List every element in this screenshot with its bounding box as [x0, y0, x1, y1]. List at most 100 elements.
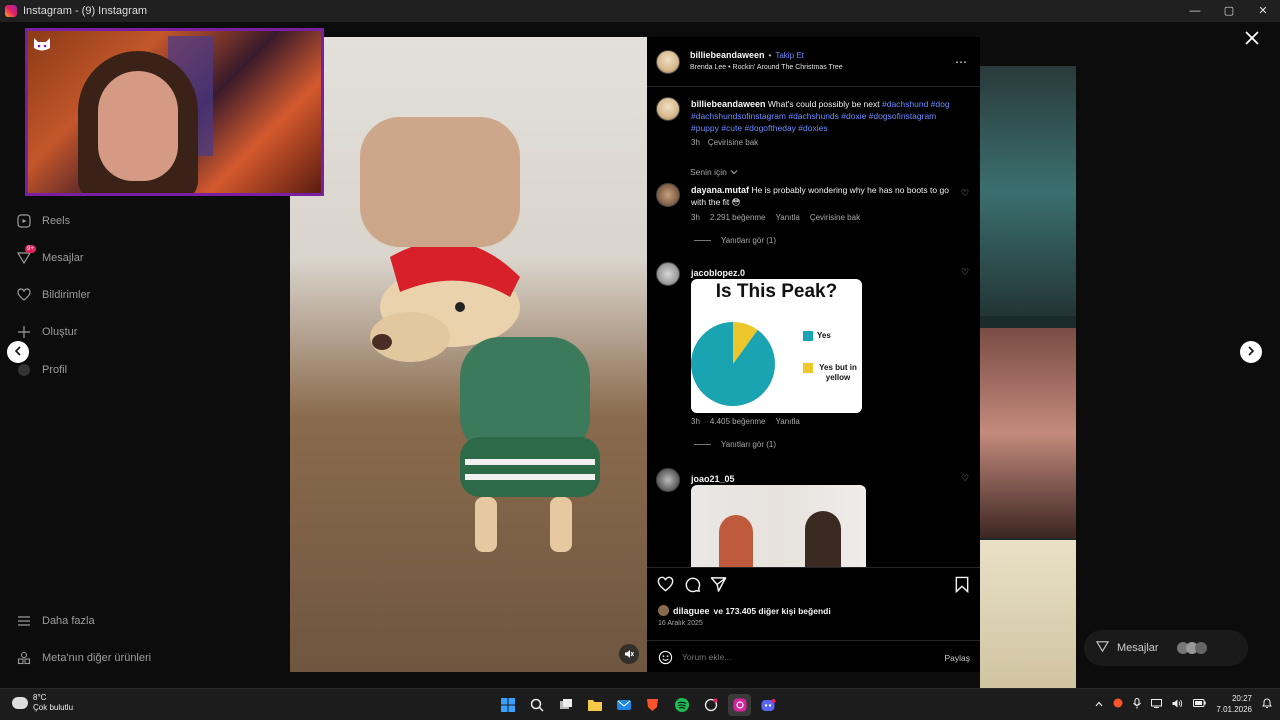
author-avatar[interactable] [656, 97, 680, 121]
post-header: billiebeandaween • Takip Et Brenda Lee •… [647, 37, 980, 87]
commenter-avatar[interactable] [656, 468, 680, 492]
mail-icon[interactable] [612, 694, 635, 716]
grid-icon [16, 650, 32, 666]
file-explorer-icon[interactable] [583, 694, 606, 716]
post-details-panel: billiebeandaween • Takip Et Brenda Lee •… [647, 37, 980, 672]
messages-pill[interactable]: Mesajlar [1084, 630, 1248, 666]
likes-summary[interactable]: dilaguee ve 173.405 diğer kişi beğendi [658, 605, 831, 616]
commenter-username[interactable]: joao21_05 [691, 474, 735, 484]
mute-button[interactable] [619, 644, 639, 664]
background-feed-strip [980, 66, 1076, 688]
sidebar-item-notifications[interactable]: Bildirimler [16, 287, 90, 303]
sidebar-item-label: Daha fazla [42, 615, 95, 627]
chevron-up-icon[interactable] [1095, 700, 1103, 709]
commenter-username[interactable]: dayana.mutaf [691, 185, 749, 195]
instagram-app-icon [5, 5, 17, 17]
comment-like-icon[interactable]: ♡ [960, 473, 970, 483]
clock-time: 20:27 [1231, 694, 1252, 703]
maximize-button[interactable]: ▢ [1212, 0, 1246, 22]
author-username[interactable]: billiebeandaween [690, 50, 765, 60]
spotify-icon[interactable] [670, 694, 693, 716]
task-view-icon[interactable] [554, 694, 577, 716]
instagram-taskbar-icon[interactable] [728, 694, 751, 716]
post-media[interactable] [290, 37, 647, 672]
avatar [1194, 642, 1207, 654]
music-track[interactable]: Brenda Lee • Rockin' Around The Christma… [690, 64, 843, 71]
more-options-icon[interactable]: ⋯ [955, 55, 968, 69]
reply-button[interactable]: Yanıtla [776, 213, 800, 222]
messages-pill-label: Mesajlar [1117, 642, 1159, 654]
previous-post-button[interactable] [7, 341, 29, 363]
translate-link[interactable]: Çevirisine bak [708, 138, 758, 147]
post-date: 16 Aralık 2025 [658, 620, 703, 627]
caption-time: 3h [691, 138, 700, 147]
sidebar-item-label: Oluştur [42, 326, 78, 338]
view-replies-label: Yanıtları gör (1) [721, 236, 776, 245]
sidebar-item-label: Mesajlar [42, 252, 84, 264]
comment-icon[interactable] [684, 576, 702, 594]
next-post-button[interactable] [1240, 341, 1262, 363]
comment-chart-image[interactable]: Is This Peak? Yes Yes but in yellow [691, 279, 862, 413]
sidebar-item-messages[interactable]: 9+ Mesajlar [16, 245, 84, 266]
plus-icon [16, 324, 32, 340]
comment-photo-image[interactable] [691, 485, 866, 567]
reply-button[interactable]: Yanıtla [776, 417, 800, 426]
feed-thumbnail [980, 328, 1076, 538]
avatar-stack [1176, 642, 1207, 654]
chatgpt-icon[interactable] [699, 694, 722, 716]
weather-widget[interactable]: 8°C Çok bulutlu [12, 693, 73, 713]
commenter-username[interactable]: jacoblopez.0 [691, 268, 745, 278]
sort-label: Senin için [690, 167, 727, 177]
bookmark-icon[interactable] [954, 576, 972, 594]
cat-logo-icon [32, 34, 52, 54]
follow-button[interactable]: Takip Et [775, 51, 803, 60]
like-icon[interactable] [657, 576, 675, 594]
caption-username[interactable]: billiebeandaween [691, 99, 766, 109]
pie-chart [691, 322, 775, 406]
comment-sort-dropdown[interactable]: Senin için [690, 163, 738, 181]
sidebar-item-create[interactable]: Oluştur [16, 324, 77, 340]
comment-likes[interactable]: 2.291 beğenme [710, 213, 766, 222]
taskbar-apps [496, 694, 780, 716]
start-icon[interactable] [496, 694, 519, 716]
sidebar-item-reels[interactable]: Reels [16, 213, 70, 229]
brave-browser-icon[interactable] [641, 694, 664, 716]
emoji-icon[interactable] [658, 650, 673, 670]
view-replies-button[interactable]: Yanıtları gör (1) [694, 440, 776, 449]
sidebar-item-meta-products[interactable]: Meta'nın diğer ürünleri [16, 650, 151, 666]
search-icon[interactable] [525, 694, 548, 716]
likes-user[interactable]: dilaguee [673, 606, 710, 616]
view-replies-label: Yanıtları gör (1) [721, 440, 776, 449]
translate-link[interactable]: Çevirisine bak [810, 213, 860, 222]
feed-thumbnail [980, 66, 1076, 316]
sidebar-item-profile[interactable]: Profil [16, 362, 67, 378]
minimize-button[interactable]: — [1178, 0, 1212, 22]
microphone-icon[interactable] [1133, 697, 1142, 711]
post-comment-button[interactable]: Paylaş [944, 653, 970, 663]
commenter-avatar[interactable] [656, 183, 680, 207]
notifications-icon[interactable] [1262, 698, 1272, 711]
profile-icon [16, 362, 32, 378]
weather-temp: 8°C [33, 693, 47, 702]
chevron-left-icon [14, 345, 22, 359]
author-avatar[interactable] [656, 50, 680, 74]
battery-icon[interactable] [1193, 699, 1207, 709]
comment-likes[interactable]: 4.405 beğenme [710, 417, 766, 426]
tray-app-icon[interactable] [1113, 698, 1123, 710]
comment-like-icon[interactable]: ♡ [960, 267, 970, 277]
view-replies-button[interactable]: Yanıtları gör (1) [694, 236, 776, 245]
discord-icon[interactable] [757, 694, 780, 716]
close-icon[interactable] [1243, 30, 1261, 48]
sidebar-item-more[interactable]: Daha fazla [16, 613, 95, 629]
speaker-icon[interactable] [1172, 699, 1183, 710]
clock[interactable]: 20:27 7.01.2026 [1216, 693, 1252, 715]
photo-person-right [805, 511, 841, 567]
photo-person-left [719, 515, 753, 567]
comment-like-icon[interactable]: ♡ [960, 188, 970, 198]
close-window-button[interactable]: ✕ [1246, 0, 1280, 22]
comment-input[interactable] [682, 649, 912, 665]
commenter-avatar[interactable] [656, 262, 680, 286]
display-icon[interactable] [1151, 698, 1163, 710]
share-icon[interactable] [710, 576, 728, 594]
legend-label: Yes but in yellow [819, 363, 857, 382]
